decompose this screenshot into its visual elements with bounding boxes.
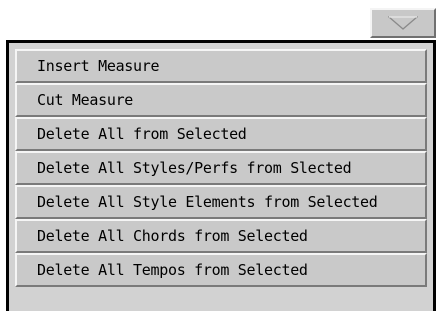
menu-item-insert-measure[interactable]: Insert Measure — [15, 49, 427, 83]
menu-item-delete-all-from-selected[interactable]: Delete All from Selected — [15, 117, 427, 151]
dropdown-toggle-button[interactable] — [370, 8, 436, 38]
context-menu: Insert Measure Cut Measure Delete All fr… — [6, 40, 436, 311]
menu-item-delete-all-tempos[interactable]: Delete All Tempos from Selected — [15, 253, 427, 287]
menu-item-delete-all-style-elements[interactable]: Delete All Style Elements from Selected — [15, 185, 427, 219]
menu-item-delete-all-chords[interactable]: Delete All Chords from Selected — [15, 219, 427, 253]
menu-item-cut-measure[interactable]: Cut Measure — [15, 83, 427, 117]
triangle-down-icon — [388, 16, 418, 30]
menu-item-delete-all-styles-perfs[interactable]: Delete All Styles/Perfs from Slected — [15, 151, 427, 185]
